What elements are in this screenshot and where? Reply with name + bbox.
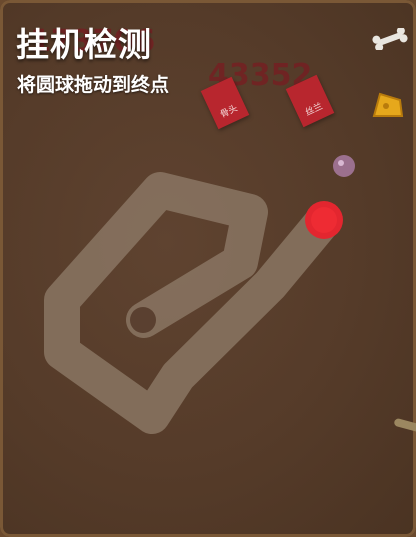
captcha-instruction: 将圆球拖动到终点 <box>17 74 170 96</box>
maze-path <box>44 172 342 434</box>
captcha-panel: 173706 43352 骨头 丝兰 挂机检测 将圆球拖动到终点 <box>0 0 416 537</box>
goal-hole <box>130 307 156 333</box>
drag-ball-highlight <box>311 207 337 233</box>
captcha-title: 挂机检测 <box>16 25 152 64</box>
